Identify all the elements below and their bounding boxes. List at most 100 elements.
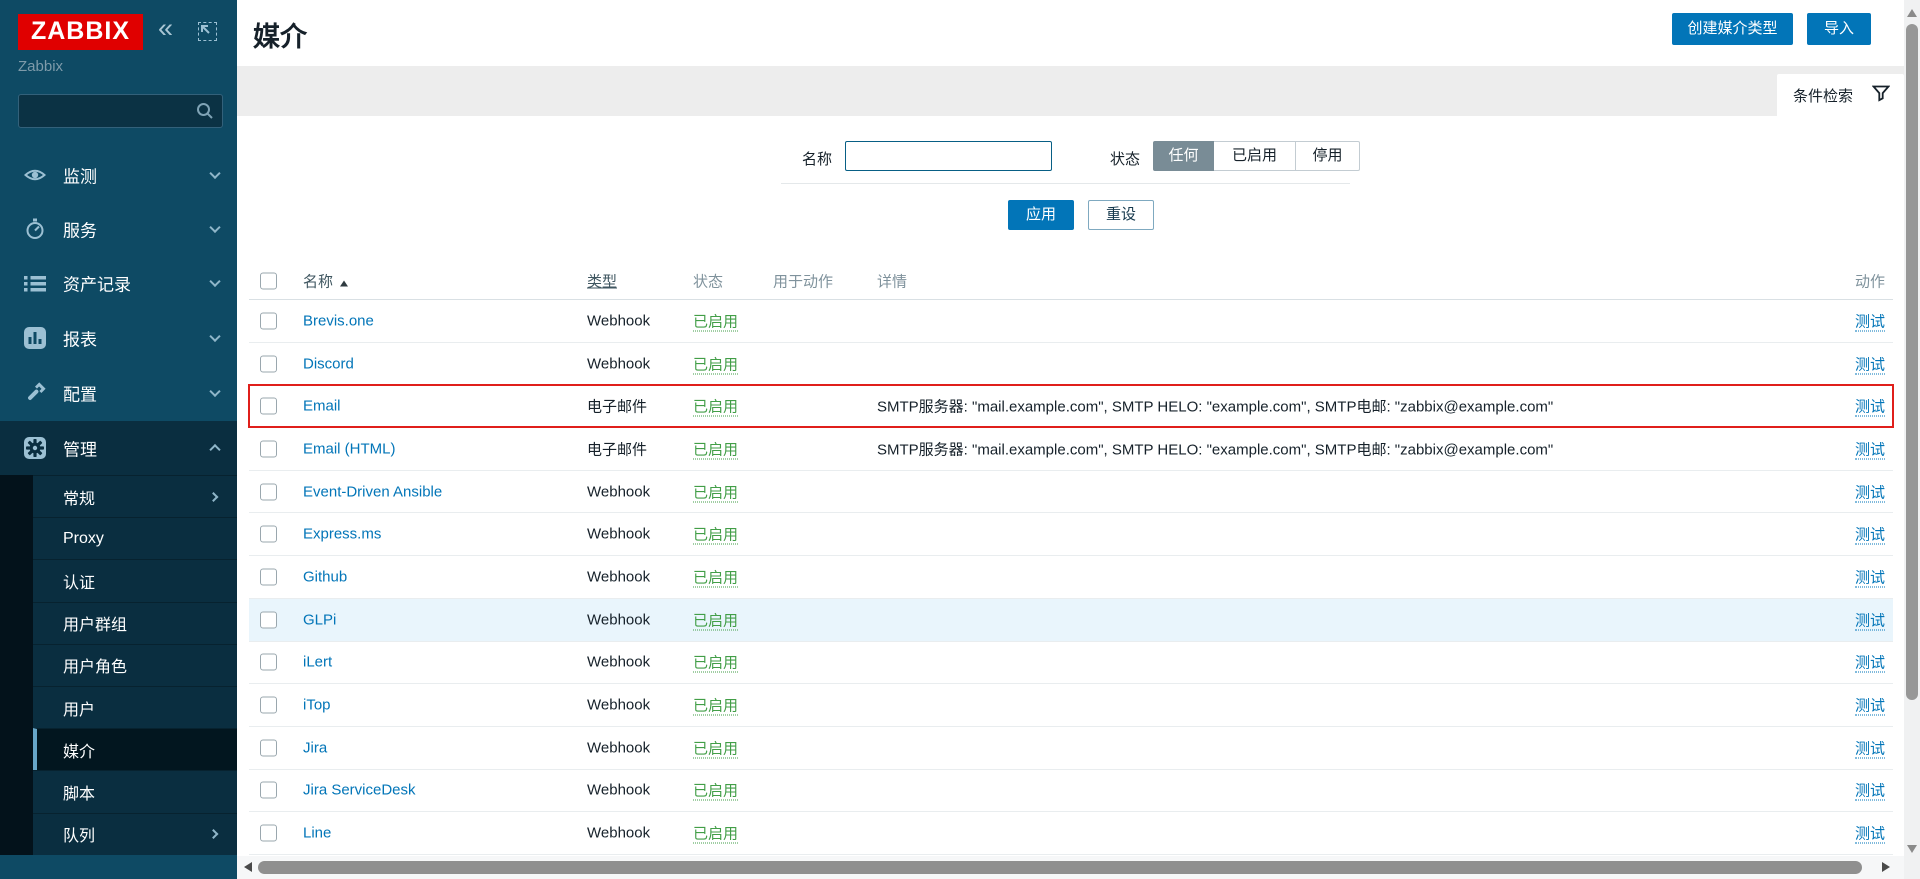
test-button[interactable]: 测试 — [1855, 569, 1885, 587]
test-button[interactable]: 测试 — [1855, 356, 1885, 374]
scroll-right-arrow-icon[interactable] — [1882, 862, 1890, 872]
test-button[interactable]: 测试 — [1855, 484, 1885, 502]
sidebar-item-scripts[interactable]: 脚本 — [33, 770, 237, 812]
column-header-type[interactable]: 类型 — [587, 270, 617, 291]
row-checkbox[interactable] — [260, 355, 277, 372]
test-button[interactable]: 测试 — [1855, 826, 1885, 844]
row-checkbox[interactable] — [260, 483, 277, 500]
horizontal-scrollbar-thumb[interactable] — [258, 861, 1862, 874]
media-name-link[interactable]: Line — [303, 825, 331, 842]
status-option-enabled[interactable]: 已启用 — [1214, 141, 1296, 171]
column-header-name[interactable]: 名称 — [303, 270, 348, 291]
sidebar-item-media-types[interactable]: 媒介 — [33, 728, 237, 770]
status-enabled-link[interactable]: 已启用 — [693, 740, 738, 758]
status-enabled-link[interactable]: 已启用 — [693, 441, 738, 459]
sidebar-item-administration[interactable]: 管理 — [0, 421, 237, 475]
sidebar-item-label: 资产记录 — [63, 271, 131, 296]
zabbix-logo[interactable]: ZABBIX — [18, 14, 143, 50]
media-name-link[interactable]: Event-Driven Ansible — [303, 483, 442, 500]
sidebar-item-proxy[interactable]: Proxy — [33, 517, 237, 559]
media-type-cell: Webhook — [587, 825, 650, 842]
sidebar-item-reports[interactable]: 报表 — [0, 311, 237, 365]
status-enabled-link[interactable]: 已启用 — [693, 484, 738, 502]
row-checkbox[interactable] — [260, 654, 277, 671]
sidebar-item-label: Proxy — [63, 530, 104, 548]
media-name-link[interactable]: Jira — [303, 739, 327, 756]
row-checkbox[interactable] — [260, 526, 277, 543]
vertical-scrollbar[interactable] — [1904, 0, 1920, 879]
row-checkbox[interactable] — [260, 739, 277, 756]
sidebar-item-monitoring[interactable]: 监测 — [0, 148, 237, 202]
vertical-scrollbar-thumb[interactable] — [1906, 24, 1918, 700]
status-enabled-link[interactable]: 已启用 — [693, 783, 738, 801]
media-name-link[interactable]: GLPi — [303, 611, 336, 628]
apply-button[interactable]: 应用 — [1008, 200, 1074, 230]
status-enabled-link[interactable]: 已启用 — [693, 569, 738, 587]
media-name-link[interactable]: Github — [303, 568, 347, 585]
status-enabled-link[interactable]: 已启用 — [693, 313, 738, 331]
scroll-left-arrow-icon[interactable] — [244, 862, 252, 872]
status-enabled-link[interactable]: 已启用 — [693, 527, 738, 545]
media-name-link[interactable]: iTop — [303, 697, 331, 714]
sidebar-item-user-groups[interactable]: 用户群组 — [33, 602, 237, 644]
sidebar-item-user-roles[interactable]: 用户角色 — [33, 644, 237, 686]
expand-sidebar-icon[interactable] — [198, 22, 217, 41]
row-checkbox[interactable] — [260, 825, 277, 842]
status-enabled-link[interactable]: 已启用 — [693, 826, 738, 844]
row-checkbox[interactable] — [260, 398, 277, 415]
sidebar-item-general[interactable]: 常规 — [33, 475, 237, 517]
status-option-disabled[interactable]: 停用 — [1296, 141, 1360, 171]
filter-name-label: 名称 — [781, 148, 832, 169]
status-enabled-link[interactable]: 已启用 — [693, 612, 738, 630]
test-button[interactable]: 测试 — [1855, 399, 1885, 417]
chevron-right-icon — [209, 829, 219, 839]
horizontal-scrollbar[interactable] — [237, 856, 1904, 879]
media-name-link[interactable]: Express.ms — [303, 526, 381, 543]
row-checkbox[interactable] — [260, 782, 277, 799]
row-checkbox[interactable] — [260, 312, 277, 329]
filter-tab[interactable]: 条件检索 — [1777, 74, 1904, 116]
test-button[interactable]: 测试 — [1855, 441, 1885, 459]
sidebar-item-configuration[interactable]: 配置 — [0, 366, 237, 420]
media-name-link[interactable]: Email — [303, 398, 341, 415]
status-enabled-link[interactable]: 已启用 — [693, 399, 738, 417]
filter-name-input[interactable] — [845, 141, 1052, 171]
create-media-type-button[interactable]: 创建媒介类型 — [1672, 13, 1793, 45]
chevron-down-icon — [209, 276, 220, 287]
sidebar-item-services[interactable]: 服务 — [0, 202, 237, 256]
media-name-link[interactable]: Email (HTML) — [303, 440, 396, 457]
test-button[interactable]: 测试 — [1855, 612, 1885, 630]
media-name-link[interactable]: Discord — [303, 355, 354, 372]
test-button[interactable]: 测试 — [1855, 313, 1885, 331]
scroll-up-arrow-icon[interactable] — [1907, 9, 1917, 17]
sidebar-search[interactable] — [18, 94, 223, 128]
search-input[interactable] — [27, 98, 187, 124]
test-button[interactable]: 测试 — [1855, 655, 1885, 673]
status-option-any[interactable]: 任何 — [1153, 141, 1214, 171]
media-name-link[interactable]: Jira ServiceDesk — [303, 782, 416, 799]
reset-button[interactable]: 重设 — [1088, 200, 1154, 230]
column-header-name-label: 名称 — [303, 273, 333, 290]
row-checkbox[interactable] — [260, 440, 277, 457]
search-icon[interactable] — [196, 102, 214, 120]
test-button[interactable]: 测试 — [1855, 527, 1885, 545]
media-name-link[interactable]: Brevis.one — [303, 312, 374, 329]
sidebar-item-queue[interactable]: 队列 — [33, 813, 237, 855]
status-enabled-link[interactable]: 已启用 — [693, 655, 738, 673]
status-enabled-link[interactable]: 已启用 — [693, 698, 738, 716]
import-button[interactable]: 导入 — [1807, 13, 1871, 45]
scroll-down-arrow-icon[interactable] — [1907, 845, 1917, 853]
row-checkbox[interactable] — [260, 568, 277, 585]
sidebar-item-users[interactable]: 用户 — [33, 686, 237, 728]
status-enabled-link[interactable]: 已启用 — [693, 356, 738, 374]
row-checkbox[interactable] — [260, 611, 277, 628]
sidebar-item-inventory[interactable]: 资产记录 — [0, 256, 237, 310]
sidebar-item-authentication[interactable]: 认证 — [33, 559, 237, 601]
test-button[interactable]: 测试 — [1855, 783, 1885, 801]
select-all-checkbox[interactable] — [260, 272, 277, 289]
row-checkbox[interactable] — [260, 697, 277, 714]
collapse-sidebar-icon[interactable]: « — [158, 13, 173, 43]
media-name-link[interactable]: iLert — [303, 654, 332, 671]
test-button[interactable]: 测试 — [1855, 740, 1885, 758]
test-button[interactable]: 测试 — [1855, 698, 1885, 716]
